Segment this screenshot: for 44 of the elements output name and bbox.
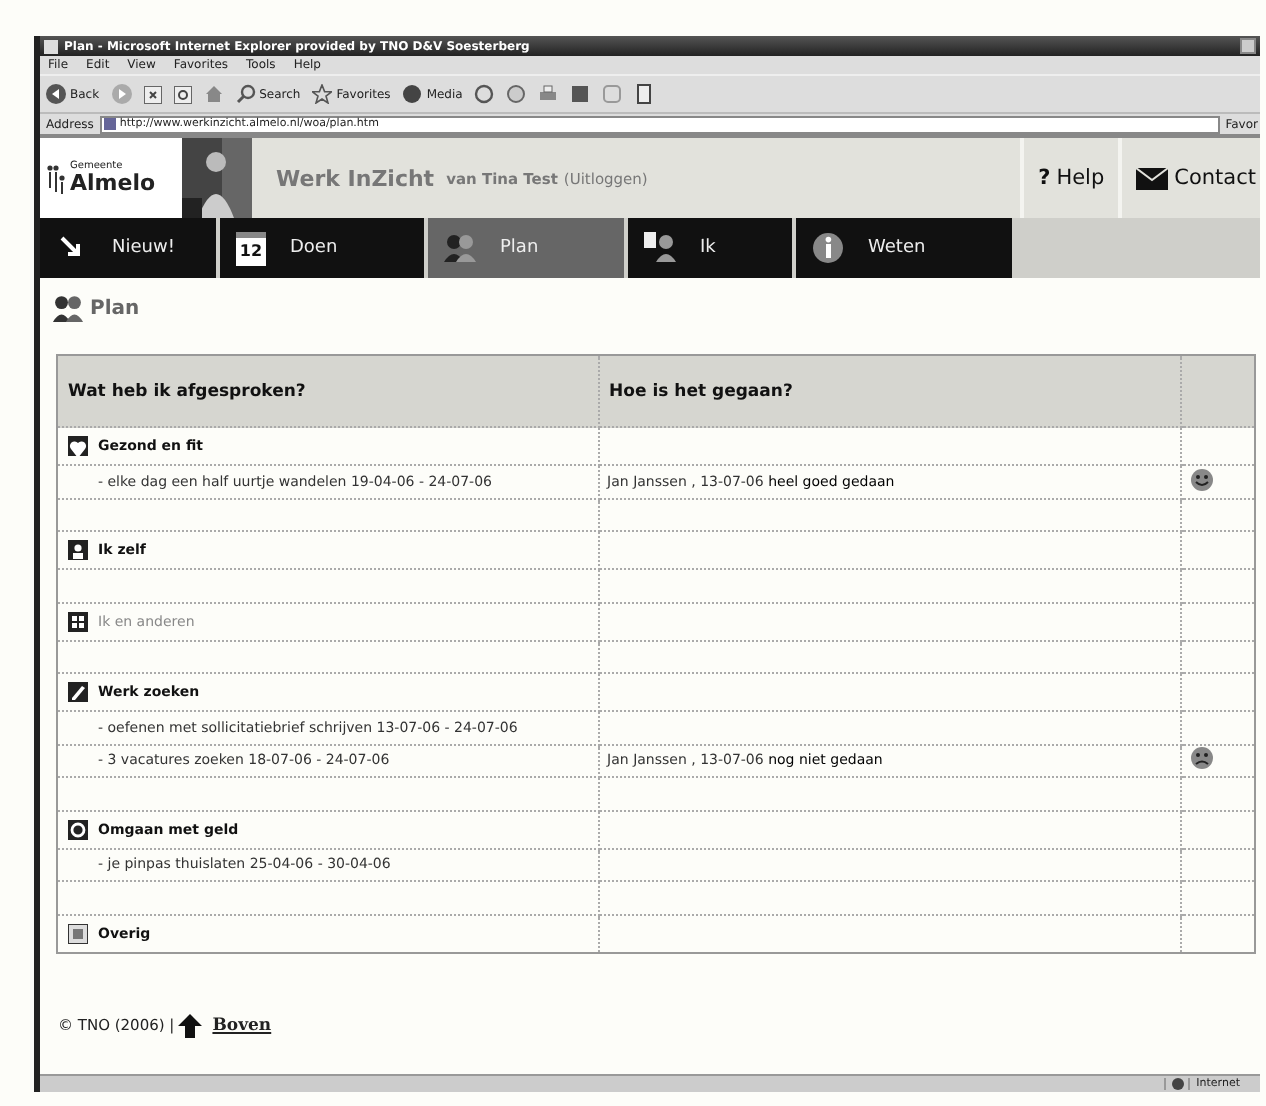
category-icon: [68, 923, 88, 943]
nav-tab[interactable]: Weten: [796, 218, 1012, 278]
envelope-icon: [1136, 167, 1169, 189]
minimize-button[interactable]: [1240, 38, 1256, 54]
people-icon: [444, 232, 476, 264]
page-icon: [103, 118, 116, 130]
edit-icon: [570, 84, 591, 104]
nav-tab[interactable]: Ik: [628, 218, 792, 278]
category-icon: [68, 436, 88, 456]
mail-icon: [506, 84, 527, 104]
printer-icon: [538, 84, 559, 104]
calendar-icon: 12: [236, 231, 266, 265]
people-icon: [52, 294, 84, 322]
up-arrow-icon: [178, 1013, 203, 1037]
note-icon: [602, 84, 623, 104]
logo-icon: [46, 161, 66, 195]
refresh-icon: [173, 85, 192, 103]
column-header: Wat heb ik afgesproken?: [57, 355, 599, 427]
info-icon: [812, 232, 844, 264]
sad-face-icon: [1190, 746, 1214, 771]
stop-icon: [143, 85, 162, 103]
back-icon: [46, 84, 66, 104]
category-icon: [68, 611, 88, 631]
app-title: Werk InZicht: [276, 165, 435, 191]
phone-icon: [634, 84, 655, 104]
forward-icon: [111, 84, 132, 104]
nav-tab[interactable]: Plan: [428, 218, 624, 278]
nav-tab[interactable]: 12 Doen: [220, 218, 424, 278]
globe-icon: [1172, 1077, 1185, 1089]
page-title: Plan: [90, 297, 140, 319]
smiley-icon: [1190, 467, 1214, 492]
logo-text: Almelo: [70, 172, 156, 194]
nav-tab[interactable]: Nieuw!: [40, 218, 216, 278]
top-link[interactable]: Boven: [212, 1015, 272, 1035]
home-icon: [203, 84, 224, 104]
category-icon: [68, 540, 88, 560]
person-icon: [644, 232, 676, 264]
star-icon: [312, 84, 333, 104]
history-icon: [474, 84, 495, 104]
category-icon: [68, 682, 88, 702]
category-icon: [68, 819, 88, 839]
column-header: Hoe is het gegaan?: [598, 355, 1181, 427]
globe-icon: [402, 84, 423, 104]
search-icon: [235, 84, 256, 104]
